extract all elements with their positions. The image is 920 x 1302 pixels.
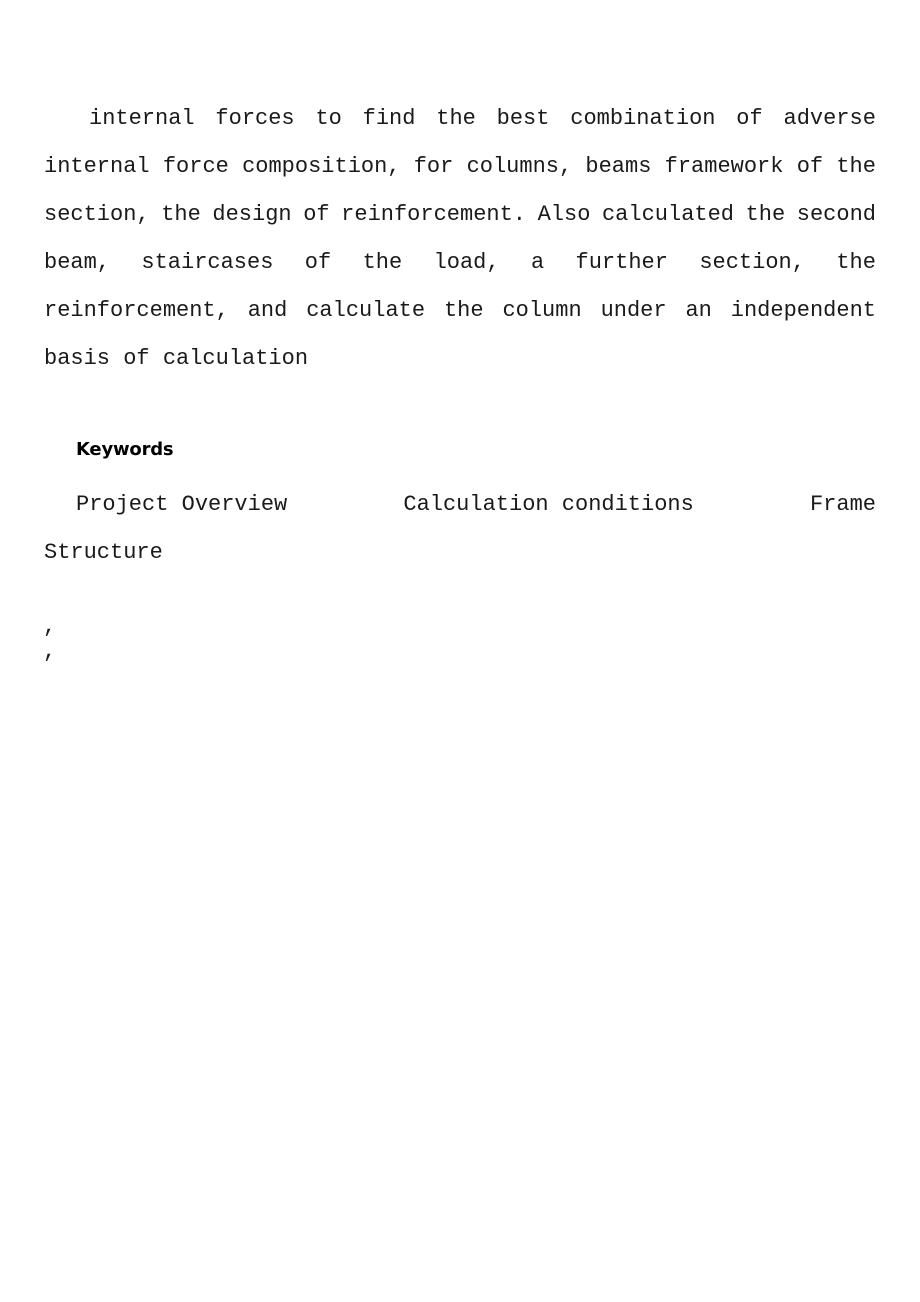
- word: second: [796, 202, 876, 227]
- abstract-line-1: internal forces to find the best combina…: [44, 95, 876, 143]
- word: the: [161, 202, 201, 227]
- word: load,: [433, 250, 500, 275]
- abstract-line-4: beam, staircases of the load, a further …: [44, 239, 876, 287]
- abstract-line-5: reinforcement, and calculate the column …: [44, 287, 876, 335]
- word: best: [496, 106, 550, 131]
- word: independent: [730, 298, 876, 323]
- word: and: [247, 298, 288, 323]
- word: composition,: [242, 154, 401, 179]
- word: Also: [537, 202, 591, 227]
- word: an: [685, 298, 712, 323]
- word: design: [212, 202, 292, 227]
- word: section,: [44, 202, 150, 227]
- word: reinforcement,: [44, 298, 229, 323]
- keywords-heading: Keywords: [76, 439, 174, 460]
- word: the: [436, 106, 476, 131]
- word: internal: [89, 106, 195, 131]
- word: of: [304, 250, 332, 275]
- word: combination: [570, 106, 716, 131]
- keyword-term-1: Project Overview: [76, 492, 288, 517]
- word: staircases: [141, 250, 274, 275]
- stray-comma-1: ,: [43, 614, 57, 639]
- word: section,: [699, 250, 805, 275]
- word: the: [836, 154, 876, 179]
- word: reinforcement.: [341, 202, 527, 227]
- word: adverse: [783, 106, 876, 131]
- word: further: [575, 250, 668, 275]
- keyword-term-2: Calculation conditions: [403, 492, 694, 517]
- keywords-line-2: Structure: [44, 540, 163, 565]
- word: beam,: [44, 250, 111, 275]
- abstract-line-6: basis of calculation: [44, 346, 309, 371]
- word: framework: [664, 154, 784, 179]
- keyword-term-3: Frame: [809, 492, 876, 517]
- word: columns,: [466, 154, 573, 179]
- abstract-line-3: section, the design of reinforcement. Al…: [44, 191, 876, 239]
- word: calculate: [306, 298, 426, 323]
- word: the: [745, 202, 786, 227]
- word: the: [836, 250, 876, 275]
- word: of: [796, 154, 824, 179]
- stray-punctuation-group: , ,: [43, 614, 56, 664]
- stray-comma-2: ,: [43, 639, 57, 664]
- abstract-paragraph: internal forces to find the best combina…: [44, 95, 876, 383]
- keywords-line-1: Project Overview Calculation conditions …: [44, 481, 876, 529]
- keywords-list: Project Overview Calculation conditions …: [44, 481, 876, 577]
- word: the: [443, 298, 484, 323]
- word: of: [303, 202, 330, 227]
- word: of: [736, 106, 763, 131]
- word: calculated: [601, 202, 735, 227]
- word: a: [530, 250, 545, 275]
- word: beams: [585, 154, 652, 179]
- document-page: internal forces to find the best combina…: [0, 0, 920, 1302]
- word: to: [315, 106, 342, 131]
- word: forces: [215, 106, 295, 131]
- word: for: [413, 154, 454, 179]
- word: force: [162, 154, 229, 179]
- word: find: [362, 106, 416, 131]
- word: column: [502, 298, 582, 323]
- word: the: [362, 250, 403, 275]
- word: internal: [44, 154, 150, 179]
- abstract-line-2: internal force composition, for columns,…: [44, 143, 876, 191]
- word: under: [600, 298, 667, 323]
